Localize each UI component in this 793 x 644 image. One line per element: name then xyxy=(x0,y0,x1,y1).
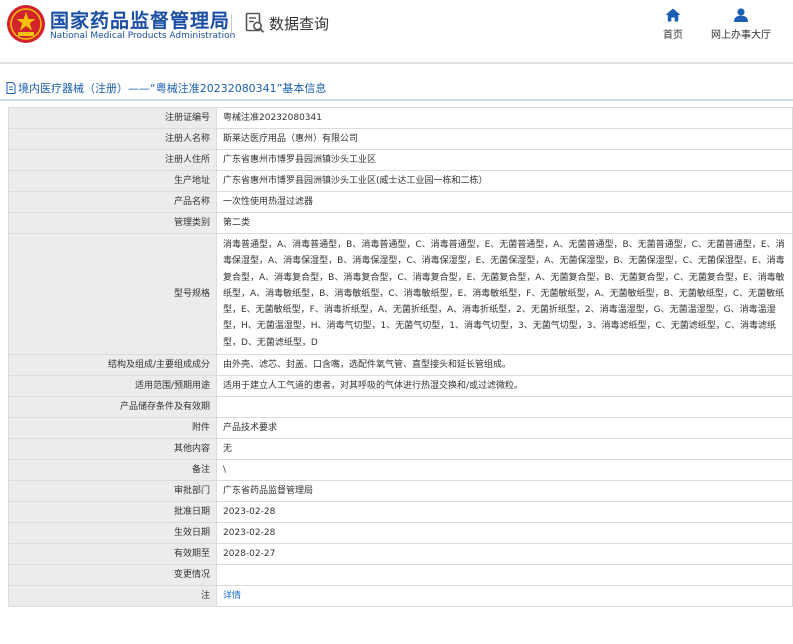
site-header: 国家药品监督管理局 National Medical Products Admi… xyxy=(0,0,793,58)
detail-link[interactable]: 详情 xyxy=(223,591,241,601)
breadcrumb-rule xyxy=(0,99,793,101)
field-value: 2023-02-28 xyxy=(216,501,793,524)
table-row: 生效日期 2023-02-28 xyxy=(8,522,793,545)
table-row: 产品名称 一次性使用热湿过滤器 xyxy=(8,191,793,213)
table-row: 备注 \ xyxy=(8,459,793,482)
field-value: 无 xyxy=(216,438,793,461)
field-label: 适用范围/预期用途 xyxy=(8,375,217,398)
field-value: 2028-02-27 xyxy=(216,543,793,566)
table-row: 生产地址 广东省惠州市博罗县园洲镇沙头工业区(威士达工业园一栋和二栋） xyxy=(8,170,793,192)
nav-online-hall-label: 网上办事大厅 xyxy=(711,30,771,41)
field-value: 适用于建立人工气道的患者，对其呼吸的气体进行热湿交换和/或过滤微粒。 xyxy=(216,375,793,398)
table-row: 适用范围/预期用途 适用于建立人工气道的患者，对其呼吸的气体进行热湿交换和/或过… xyxy=(8,375,793,398)
org-name-en: National Medical Products Administration xyxy=(50,31,236,41)
table-row: 型号规格 消毒普通型，A、消毒普通型，B、消毒普通型，C、消毒普通型，E、无菌普… xyxy=(8,232,793,356)
field-value: 广东省惠州市博罗县园洲镇沙头工业区(威士达工业园一栋和二栋） xyxy=(216,170,793,192)
field-label: 管理类别 xyxy=(8,212,217,234)
field-value: \ xyxy=(216,459,793,482)
breadcrumb: 境内医疗器械（注册）——“粤械注准20232080341”基本信息 xyxy=(6,80,326,96)
table-row: 注册证编号 粤械注准20232080341 xyxy=(8,107,793,129)
table-row: 注册人名称 斯莱达医疗用品（惠州）有限公司 xyxy=(8,128,793,150)
field-value xyxy=(216,564,793,587)
field-value: 2023-02-28 xyxy=(216,522,793,545)
field-value: 一次性使用热湿过滤器 xyxy=(216,191,793,213)
field-label: 审批部门 xyxy=(8,480,217,503)
page-section-title: 数据查询 xyxy=(269,15,330,33)
field-label: 结构及组成/主要组成成分 xyxy=(8,354,217,377)
table-row: 批准日期 2023-02-28 xyxy=(8,501,793,524)
field-value: 广东省惠州市博罗县园洲镇沙头工业区 xyxy=(216,149,793,171)
table-row: 附件 产品技术要求 xyxy=(8,417,793,440)
field-label: 其他内容 xyxy=(8,438,217,461)
breadcrumb-text: 境内医疗器械（注册）——“粤械注准20232080341”基本信息 xyxy=(18,82,327,95)
field-value xyxy=(216,396,793,419)
field-value: 第二类 xyxy=(216,212,793,234)
registration-info-table: 注册证编号 粤械注准20232080341 注册人名称 斯莱达医疗用品（惠州）有… xyxy=(8,107,793,608)
field-label: 生产地址 xyxy=(8,170,217,192)
field-label: 批准日期 xyxy=(8,501,217,524)
field-value: 产品技术要求 xyxy=(216,417,793,440)
field-label: 附件 xyxy=(8,417,217,440)
document-icon xyxy=(6,82,16,94)
org-name-cn: 国家药品监督管理局 xyxy=(50,10,231,32)
field-label: 注册人名称 xyxy=(8,128,217,150)
table-row: 有效期至 2028-02-27 xyxy=(8,543,793,566)
field-value: 由外壳、滤芯、封盖、口含嘴，选配件氧气管、直型接头和延长管组成。 xyxy=(216,354,793,377)
data-query-icon xyxy=(245,12,265,33)
field-label: 注册证编号 xyxy=(8,107,217,129)
table-row: 结构及组成/主要组成成分 由外壳、滤芯、封盖、口含嘴，选配件氧气管、直型接头和延… xyxy=(8,354,793,377)
field-label: 变更情况 xyxy=(8,564,217,587)
table-row: 产品储存条件及有效期 xyxy=(8,396,793,419)
field-label: 生效日期 xyxy=(8,522,217,545)
home-icon xyxy=(665,8,681,22)
nav-online-hall-button[interactable]: 网上办事大厅 xyxy=(700,8,782,44)
field-value: 斯莱达医疗用品（惠州）有限公司 xyxy=(216,128,793,150)
field-label: 备注 xyxy=(8,459,217,482)
field-label: 注 xyxy=(8,585,217,608)
table-row: 变更情况 xyxy=(8,564,793,587)
field-label: 产品储存条件及有效期 xyxy=(8,396,217,419)
header-rule xyxy=(0,62,793,64)
field-label: 有效期至 xyxy=(8,543,217,566)
field-label: 型号规格 xyxy=(8,232,217,356)
user-icon xyxy=(734,8,748,22)
field-value: 粤械注准20232080341 xyxy=(216,107,793,129)
national-emblem-icon xyxy=(7,5,45,43)
model-spec-value: 消毒普通型，A、消毒普通型，B、消毒普通型，C、消毒普通型，E、无菌普通型，A、… xyxy=(216,232,793,356)
table-row: 注册人住所 广东省惠州市博罗县园洲镇沙头工业区 xyxy=(8,149,793,171)
table-row: 注 详情 xyxy=(8,585,793,608)
field-label: 产品名称 xyxy=(8,191,217,213)
field-value: 广东省药品监督管理局 xyxy=(216,480,793,503)
field-label: 注册人住所 xyxy=(8,149,217,171)
table-row: 管理类别 第二类 xyxy=(8,212,793,234)
header-divider xyxy=(231,14,232,36)
table-row: 审批部门 广东省药品监督管理局 xyxy=(8,480,793,503)
table-row: 其他内容 无 xyxy=(8,438,793,461)
